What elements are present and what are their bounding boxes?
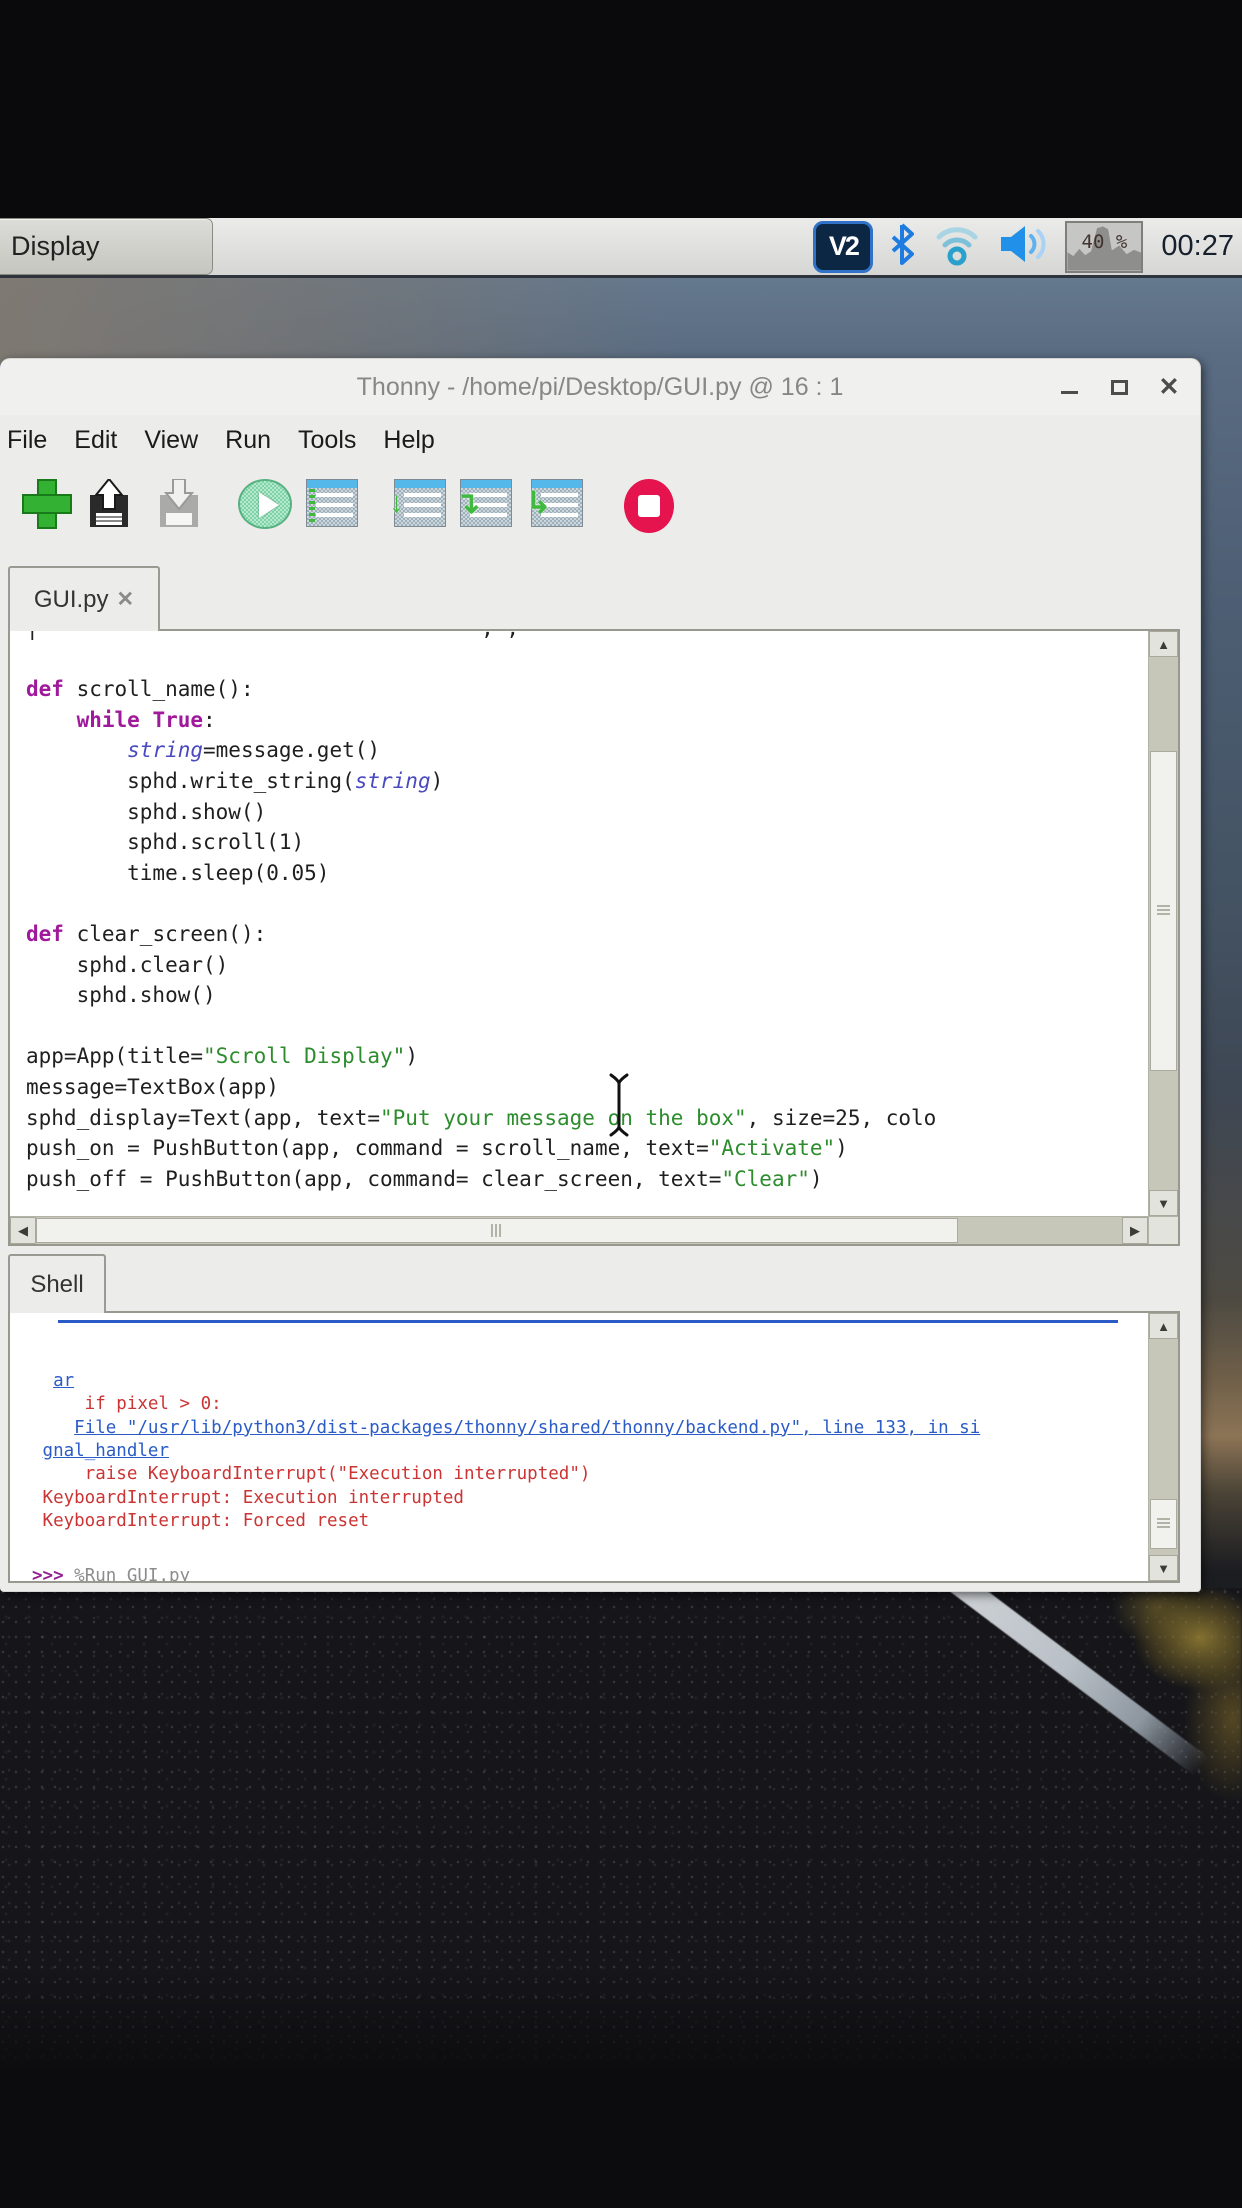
shell-scroll-down-arrow[interactable]: ▼	[1149, 1555, 1178, 1581]
scroll-up-arrow[interactable]: ▲	[1149, 631, 1178, 657]
debug-script-button[interactable]	[306, 479, 358, 527]
menu-run[interactable]: Run	[225, 426, 271, 455]
vnc-icon[interactable]: V2	[813, 220, 874, 273]
new-file-icon	[22, 479, 72, 529]
minimize-icon	[1060, 390, 1078, 394]
close-button[interactable]: ✕	[1156, 373, 1182, 401]
code-editor-panel: | , , def scroll_name(): while True: str…	[8, 629, 1180, 1246]
titlebar[interactable]: Thonny - /home/pi/Desktop/GUI.py @ 16 : …	[0, 359, 1200, 415]
system-tray: V2 40 % 00:27	[813, 218, 1234, 275]
scroll-left-arrow[interactable]: ◀	[10, 1217, 36, 1244]
menu-edit[interactable]: Edit	[74, 426, 117, 455]
shell-lines: ar if pixel > 0: File "/usr/lib/python3/…	[32, 1370, 981, 1581]
code-text-area[interactable]: | , , def scroll_name(): while True: str…	[10, 631, 1148, 1216]
wifi-icon[interactable]	[931, 221, 983, 272]
scrollbar-corner	[1148, 1216, 1178, 1244]
toolbar: ↓ ↴ ↳	[0, 465, 1200, 565]
taskbar-window-button-label: Display	[11, 231, 100, 261]
shell-panel: ar if pixel > 0: File "/usr/lib/python3/…	[8, 1311, 1180, 1583]
editor-hscroll-thumb[interactable]	[36, 1218, 958, 1243]
text-cursor	[604, 1072, 634, 1143]
run-script-button[interactable]	[238, 479, 292, 529]
shell-scroll-up-arrow[interactable]: ▲	[1149, 1313, 1178, 1339]
cpu-usage-label: 40 %	[1081, 230, 1128, 253]
shell-text-area[interactable]: ar if pixel > 0: File "/usr/lib/python3/…	[10, 1313, 1148, 1581]
menubar: File Edit View Run Tools Help	[7, 415, 435, 465]
stop-button[interactable]	[624, 479, 674, 533]
editor-horizontal-scrollbar[interactable]: ◀ ▶	[10, 1216, 1148, 1244]
wallpaper-cloud-tint	[0, 278, 1242, 364]
code-lines: | , , def scroll_name(): while True: str…	[26, 631, 937, 1191]
volume-icon[interactable]	[997, 222, 1051, 271]
step-out-icon: ↳	[526, 479, 583, 527]
taskbar-window-button-display[interactable]: Display	[0, 218, 213, 275]
scroll-down-arrow[interactable]: ▼	[1149, 1190, 1178, 1216]
new-file-button[interactable]	[22, 479, 72, 529]
step-over-button[interactable]: ↓	[389, 479, 446, 527]
maximize-button[interactable]	[1106, 374, 1132, 400]
tab-gui-py-label: GUI.py	[33, 585, 109, 613]
clock[interactable]: 00:27	[1161, 230, 1234, 263]
wallpaper-road-shadow	[0, 1968, 1242, 2208]
menu-file[interactable]: File	[7, 426, 47, 455]
bluetooth-icon[interactable]	[887, 222, 917, 271]
editor-vscroll-thumb[interactable]	[1150, 751, 1177, 1071]
cpu-monitor[interactable]: 40 %	[1065, 220, 1144, 273]
menu-tools[interactable]: Tools	[298, 426, 356, 455]
tab-close-icon[interactable]: ✕	[117, 587, 135, 612]
save-file-button[interactable]	[156, 479, 202, 531]
step-out-button[interactable]: ↳	[526, 479, 583, 527]
open-file-button[interactable]	[86, 479, 132, 531]
menu-view[interactable]: View	[144, 426, 198, 455]
shell-vertical-scrollbar[interactable]: ▲ ▼	[1148, 1313, 1178, 1581]
scroll-right-arrow[interactable]: ▶	[1122, 1217, 1148, 1244]
editor-vertical-scrollbar[interactable]: ▲ ▼	[1148, 631, 1178, 1216]
step-into-icon: ↴	[455, 479, 512, 527]
save-file-icon	[160, 479, 198, 527]
run-icon	[238, 479, 292, 529]
taskbar: Display V2 40 % 00:27	[0, 218, 1242, 278]
minimize-button[interactable]	[1056, 374, 1082, 400]
tab-shell-label: Shell	[30, 1270, 84, 1298]
tab-shell[interactable]: Shell	[8, 1254, 106, 1313]
debug-icon	[306, 479, 358, 527]
tab-gui-py[interactable]: GUI.py ✕	[8, 566, 160, 631]
close-icon: ✕	[1158, 373, 1180, 401]
menu-help[interactable]: Help	[383, 426, 434, 455]
step-into-button[interactable]: ↴	[455, 479, 512, 527]
step-over-icon: ↓	[389, 479, 446, 527]
shell-vscroll-thumb[interactable]	[1150, 1499, 1177, 1549]
window-title: Thonny - /home/pi/Desktop/GUI.py @ 16 : …	[356, 372, 844, 401]
open-file-icon	[90, 479, 128, 527]
thonny-window: Thonny - /home/pi/Desktop/GUI.py @ 16 : …	[0, 358, 1201, 1592]
stop-icon	[624, 479, 674, 533]
window-controls: ✕	[1056, 359, 1182, 415]
maximize-icon	[1110, 379, 1128, 395]
